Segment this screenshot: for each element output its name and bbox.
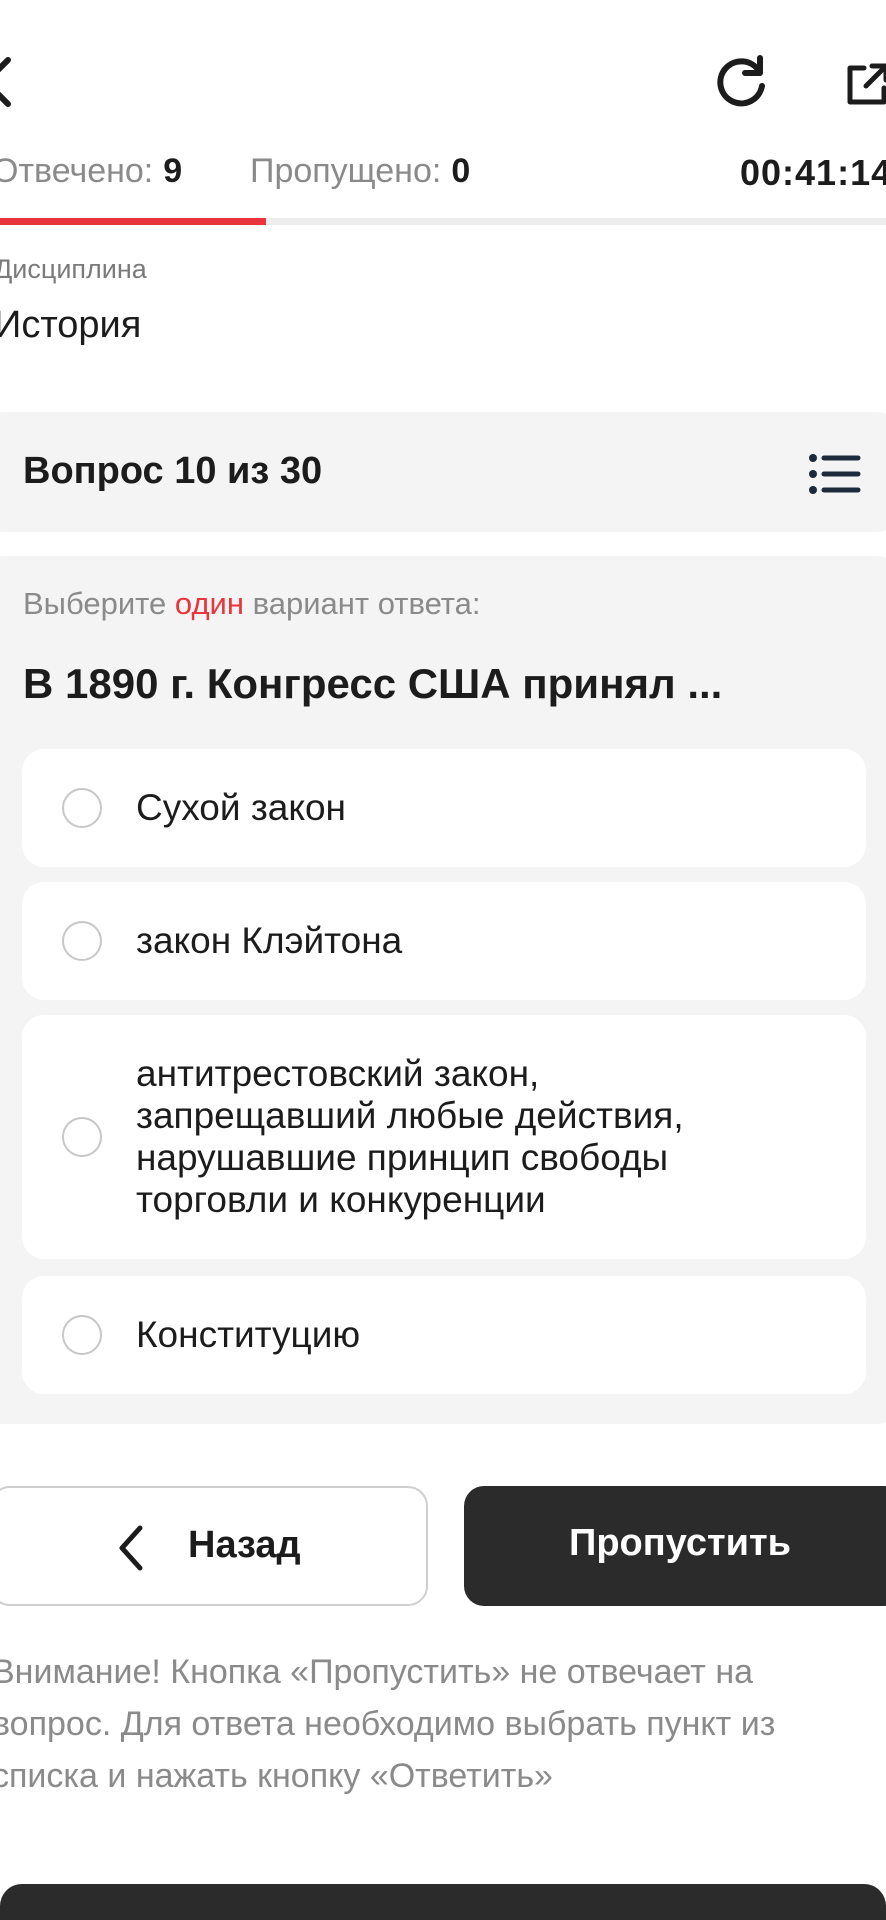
test-screen: Отвечено: 9 Пропущено: 0 00:41:14 Дисципли… <box>0 0 886 1920</box>
question-text: В 1890 г. Конгресс США принял ... <box>23 660 723 707</box>
answer-option[interactable]: закон Клэйтона <box>22 882 866 1000</box>
discipline-label: Дисциплина <box>0 254 147 284</box>
top-bar <box>0 0 886 150</box>
answer-option-label: Сухой закон <box>136 787 346 828</box>
answered-stat: Отвечено: 9 <box>0 152 182 191</box>
list-icon[interactable] <box>808 452 862 496</box>
instruction: Выберите один вариант ответа: <box>23 586 481 622</box>
instruction-prefix: Выберите <box>23 586 167 621</box>
progress-bar <box>0 218 886 225</box>
instruction-accent: один <box>174 586 244 621</box>
skip-notice: Внимание! Кнопка «Пропустить» не отвечае… <box>0 1653 776 1795</box>
discipline-value: История <box>0 304 142 346</box>
radio-button[interactable] <box>62 788 102 828</box>
radio-button[interactable] <box>62 1315 102 1355</box>
instruction-suffix: вариант ответа: <box>252 586 481 621</box>
answer-option[interactable]: антитрестовский закон, запрещавший любые… <box>22 1015 866 1259</box>
answered-label: Отвечено: <box>0 152 154 190</box>
question-header-card: Вопрос 10 из 30 <box>0 412 886 532</box>
back-chevron-icon[interactable] <box>0 52 22 112</box>
skip-button-label: Пропустить <box>569 1522 791 1564</box>
back-button-label: Назад <box>188 1524 301 1566</box>
answer-option-label: антитрестовский закон, запрещавший любые… <box>136 1053 684 1220</box>
answer-option-label: закон Клэйтона <box>136 920 403 961</box>
answered-value: 9 <box>163 152 183 190</box>
chevron-left-icon <box>112 1524 152 1572</box>
timer: 00:41:14 <box>740 152 886 193</box>
external-link-icon[interactable] <box>842 58 886 110</box>
radio-button[interactable] <box>62 1117 102 1157</box>
stats-row: Отвечено: 9 Пропущено: 0 00:41:14 <box>0 152 886 202</box>
skip-button[interactable]: Пропустить <box>464 1486 886 1606</box>
question-card: Выберите один вариант ответа: В 1890 г. … <box>0 556 886 1424</box>
answer-option[interactable]: Конституцию <box>22 1276 866 1394</box>
bottom-action-bar[interactable] <box>0 1884 886 1920</box>
skipped-label: Пропущено: <box>250 152 442 190</box>
answer-option[interactable]: Сухой закон <box>22 749 866 867</box>
answer-option-label: Конституцию <box>136 1314 361 1355</box>
refresh-icon[interactable] <box>712 52 770 110</box>
back-button[interactable]: Назад <box>0 1486 428 1606</box>
radio-button[interactable] <box>62 921 102 961</box>
skipped-value: 0 <box>451 152 471 190</box>
progress-fill <box>0 218 266 225</box>
skipped-stat: Пропущено: 0 <box>250 152 470 191</box>
question-counter: Вопрос 10 из 30 <box>23 450 323 492</box>
